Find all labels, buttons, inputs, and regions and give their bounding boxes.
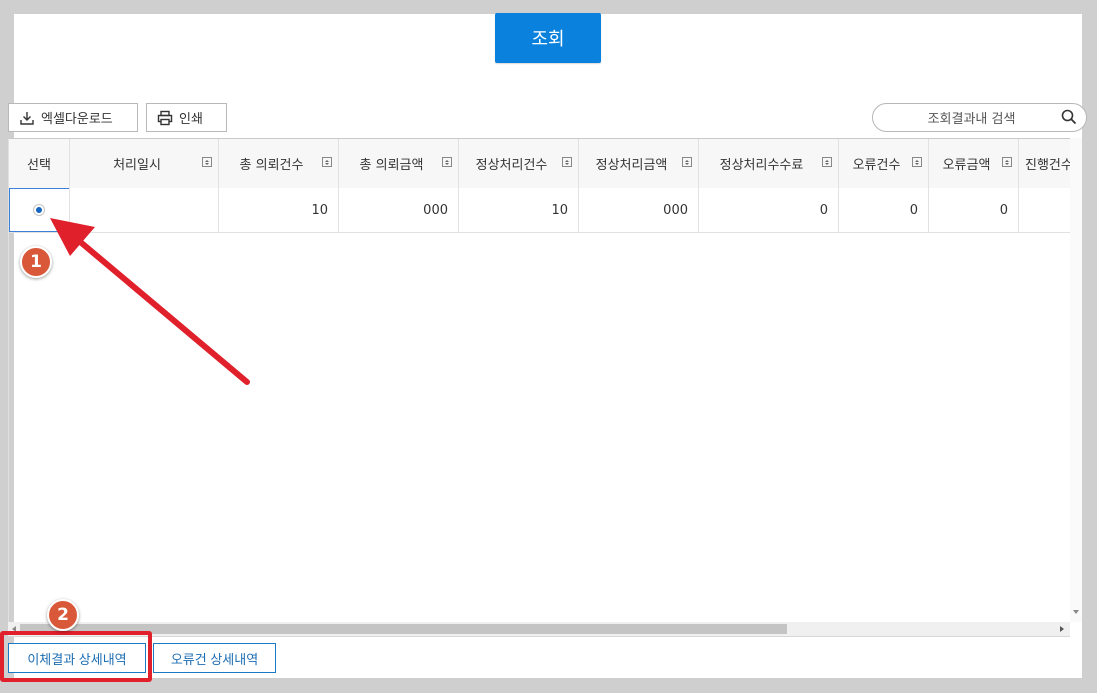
- result-search-input[interactable]: [887, 108, 1056, 130]
- divider: [8, 636, 1070, 637]
- result-grid: 선택 처리일시 총 의뢰건수 총 의뢰금액 정상처리건수 정상처리금액 정상처리…: [8, 138, 1071, 623]
- sort-icon[interactable]: [822, 157, 832, 167]
- header-label: 정상처리건수: [475, 158, 548, 173]
- header-total-request-count[interactable]: 총 의뢰건수: [219, 139, 339, 188]
- header-label: 정상처리금액: [595, 158, 668, 173]
- cell-value: 000: [663, 202, 688, 218]
- error-detail-button[interactable]: 오류건 상세내역: [153, 643, 276, 673]
- grid-horizontal-scrollbar[interactable]: [8, 622, 1070, 636]
- header-label: 선택: [27, 158, 51, 173]
- header-total-request-amount[interactable]: 총 의뢰금액: [339, 139, 459, 188]
- sort-icon[interactable]: [202, 157, 212, 167]
- cell-processed-at: [70, 188, 219, 232]
- printer-icon: [157, 110, 173, 125]
- table-row[interactable]: 10 000 10 000 0 0 0: [9, 188, 1071, 233]
- header-label: 정상처리수수료: [719, 158, 804, 173]
- header-label: 진행건수: [1025, 158, 1071, 173]
- cell-total-request-amount: 000: [339, 188, 459, 232]
- download-icon: [20, 111, 34, 125]
- cell-error-amount: 0: [929, 188, 1019, 232]
- sort-icon[interactable]: [1002, 157, 1012, 167]
- header-select: 선택: [9, 139, 70, 188]
- cell-value: 0: [909, 202, 918, 218]
- grid-vertical-scrollbar[interactable]: [1070, 138, 1082, 622]
- excel-download-button[interactable]: 엑셀다운로드: [8, 103, 138, 132]
- header-label: 총 의뢰금액: [359, 158, 424, 173]
- header-label: 총 의뢰건수: [239, 158, 304, 173]
- row-select-radio[interactable]: [33, 204, 45, 216]
- cell-value: 0: [999, 202, 1008, 218]
- sort-icon[interactable]: [322, 157, 332, 167]
- header-label: 오류건수: [852, 158, 901, 173]
- cell-value: 10: [311, 202, 328, 218]
- header-error-amount[interactable]: 오류금액: [929, 139, 1019, 188]
- header-label: 처리일시: [113, 158, 161, 173]
- grid-header-row: 선택 처리일시 총 의뢰건수 총 의뢰금액 정상처리건수 정상처리금액 정상처리…: [9, 139, 1071, 189]
- header-error-count[interactable]: 오류건수: [839, 139, 929, 188]
- cell-value: 0: [819, 202, 828, 218]
- print-button[interactable]: 인쇄: [146, 103, 227, 132]
- sort-icon[interactable]: [442, 157, 452, 167]
- header-normal-amount[interactable]: 정상처리금액: [579, 139, 699, 188]
- cell-normal-fee: 0: [699, 188, 839, 232]
- print-label: 인쇄: [179, 112, 203, 127]
- sort-icon[interactable]: [912, 157, 922, 167]
- search-icon[interactable]: [1061, 109, 1077, 125]
- highlight-box: [0, 631, 152, 682]
- scroll-down-icon[interactable]: [1073, 610, 1079, 614]
- cell-value: 000: [423, 202, 448, 218]
- cell-in-progress-count: [1019, 188, 1071, 232]
- header-normal-fee[interactable]: 정상처리수수료: [699, 139, 839, 188]
- row-select-cell[interactable]: [9, 188, 70, 232]
- scroll-right-icon[interactable]: [1060, 626, 1064, 632]
- result-search-box[interactable]: [872, 103, 1087, 132]
- excel-download-label: 엑셀다운로드: [41, 112, 113, 127]
- cell-total-request-count: 10: [219, 188, 339, 232]
- header-in-progress-count[interactable]: 진행건수: [1019, 139, 1071, 188]
- cell-normal-count: 10: [459, 188, 579, 232]
- sort-icon[interactable]: [682, 157, 692, 167]
- header-normal-count[interactable]: 정상처리건수: [459, 139, 579, 188]
- annotation-badge-2: 2: [47, 599, 79, 631]
- cell-error-count: 0: [839, 188, 929, 232]
- search-button[interactable]: 조회: [495, 13, 601, 63]
- header-label: 오류금액: [942, 158, 991, 173]
- header-processed-at[interactable]: 처리일시: [70, 139, 219, 188]
- annotation-badge-1: 1: [20, 246, 52, 278]
- cell-value: 10: [551, 202, 568, 218]
- sort-icon[interactable]: [562, 157, 572, 167]
- cell-normal-amount: 000: [579, 188, 699, 232]
